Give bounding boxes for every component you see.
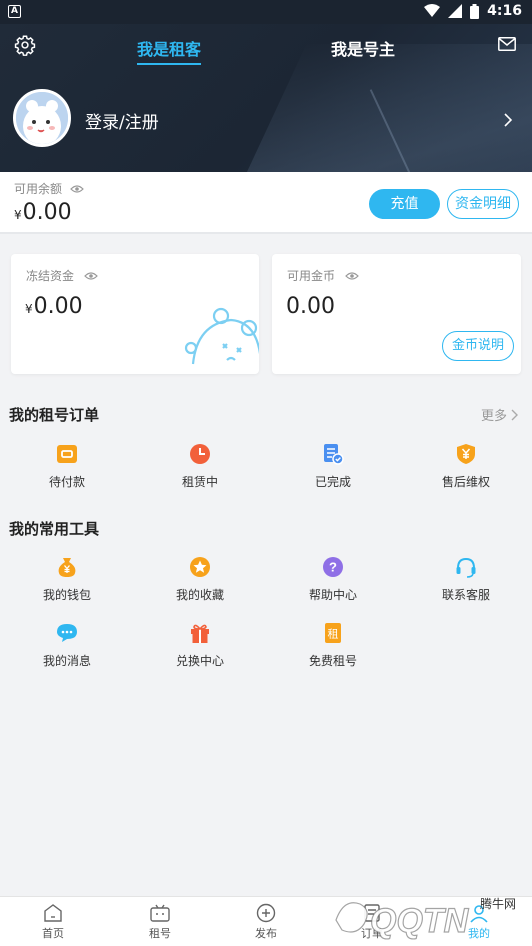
status-bar: A 4:16 [0,0,532,24]
signal-icon [448,4,463,18]
gamepad-icon [150,904,170,922]
tab-owner-label: 我是号主 [331,40,396,59]
wallet-pending-icon [57,445,77,463]
wifi-icon [424,4,441,17]
balance-amount: ¥0.00 [14,200,72,225]
nav-label: 首页 [42,927,64,940]
eye-icon[interactable] [345,271,359,281]
app-notification-icon: A [8,5,21,18]
currency-symbol: ¥ [25,302,33,316]
login-register-link[interactable]: 登录/注册 [85,108,159,133]
tool-contact-support[interactable]: 联系客服 [416,556,516,603]
tool-redeem-center[interactable]: 兑换中心 [150,622,250,669]
available-coins-value: 0.00 [286,294,335,319]
nav-label: 租号 [149,927,171,940]
tool-my-favorites[interactable]: 我的收藏 [150,556,250,603]
recharge-button[interactable]: 充值 [369,189,440,219]
free-rent-icon: 租 [325,623,341,643]
shield-yen-icon [457,444,475,464]
orders-section-title: 我的租号订单 [9,406,100,424]
profile-header: 我是租客 我是号主 登录/注册 [0,24,532,172]
frozen-funds-card: 冻结资金 ¥0.00 [11,254,259,374]
gift-icon [191,624,209,643]
bear-mascot-icon [184,307,259,365]
watermark-site: 腾牛网 [480,896,516,911]
order-label: 已完成 [314,475,351,489]
active-tab-indicator [137,63,202,65]
tool-label: 兑换中心 [175,654,224,668]
order-renting[interactable]: 租赁中 [150,443,250,490]
tool-label: 我的收藏 [175,588,224,602]
nav-label: 发布 [255,927,277,940]
eye-icon[interactable] [84,271,98,281]
tab-owner[interactable]: 我是号主 [331,36,395,60]
fund-detail-button[interactable]: 资金明细 [447,189,519,219]
mail-icon[interactable] [498,37,516,51]
available-coins-card: 可用金币 0.00 金币说明 [272,254,521,374]
nav-home[interactable]: 首页 [23,903,83,941]
watermark-text: QQTN [370,902,470,940]
available-coins-label: 可用金币 [287,269,336,283]
nav-publish[interactable]: 发布 [236,903,296,941]
eye-icon[interactable] [70,184,84,194]
avatar[interactable] [13,89,71,147]
frozen-funds-value: 0.00 [33,294,83,319]
coin-info-button[interactable]: 金币说明 [442,331,514,361]
completed-document-icon [324,444,344,465]
tool-label: 联系客服 [441,588,490,602]
chevron-right-icon[interactable] [503,113,513,127]
frozen-funds-label: 冻结资金 [26,269,75,283]
tool-help-center[interactable]: ? 帮助中心 [283,556,383,603]
tool-label: 帮助中心 [308,588,357,602]
star-icon [190,557,210,577]
order-label: 租赁中 [181,475,218,489]
order-label: 售后维权 [441,475,490,489]
svg-text:租: 租 [328,628,339,641]
tab-renter[interactable]: 我是租客 [137,36,202,65]
tab-renter-label: 我是租客 [137,40,202,59]
tool-label: 免费租号 [308,654,357,668]
question-icon: ? [323,557,343,577]
more-orders-link[interactable]: 更多 [481,405,519,424]
message-icon [57,624,77,642]
money-bag-icon [58,558,76,577]
battery-icon [470,3,480,19]
tool-my-messages[interactable]: 我的消息 [17,622,117,669]
plus-circle-icon [256,903,276,923]
order-completed[interactable]: 已完成 [283,443,383,490]
chevron-right-icon [511,409,519,420]
clock-icon [190,444,210,464]
settings-gear-icon[interactable] [14,34,36,56]
home-icon [44,904,62,922]
balance-label: 可用余额 [14,182,63,196]
balance-row: 可用余额 ¥0.00 充值 资金明细 [0,172,532,234]
tools-section-title: 我的常用工具 [9,520,100,538]
frozen-funds-amount: ¥0.00 [25,294,83,319]
svg-text:?: ? [329,560,337,575]
tool-free-rent[interactable]: 租 免费租号 [283,622,383,669]
qqtn-watermark-logo: QQTN 腾牛网 [335,896,516,941]
clock-time: 4:16 [487,3,522,19]
order-after-sales[interactable]: 售后维权 [416,443,516,490]
tool-label: 我的钱包 [42,588,91,602]
tool-my-wallet[interactable]: 我的钱包 [17,556,117,603]
currency-symbol: ¥ [14,208,22,222]
headset-icon [456,557,476,578]
tool-label: 我的消息 [42,654,91,668]
bear-avatar-icon [16,92,68,144]
more-label: 更多 [481,409,508,424]
order-label: 待付款 [48,475,85,489]
nav-rent[interactable]: 租号 [130,903,190,941]
balance-value: 0.00 [22,200,72,225]
order-pending-payment[interactable]: 待付款 [17,443,117,490]
